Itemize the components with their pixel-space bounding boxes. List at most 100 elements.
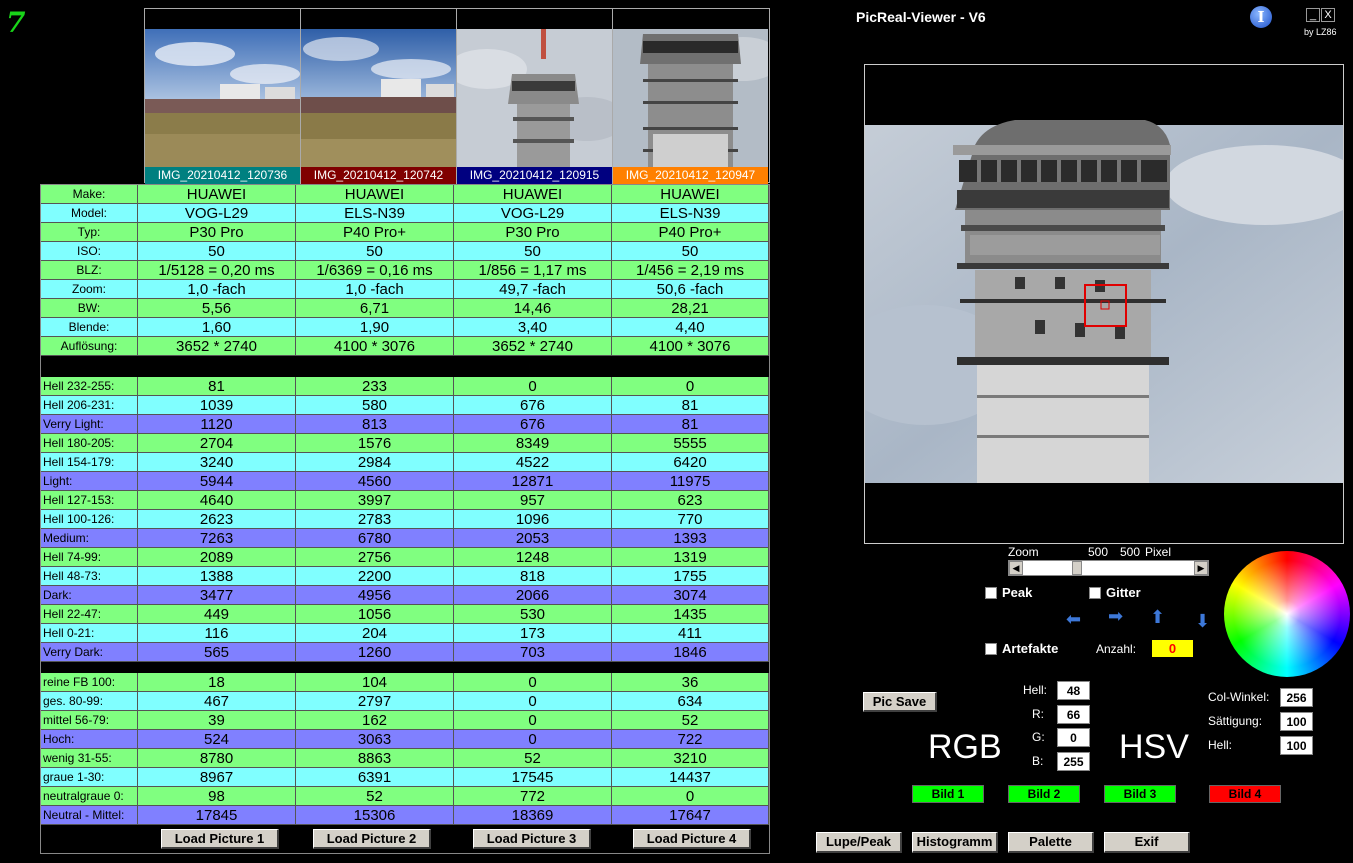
table-cell: 1435 bbox=[612, 605, 769, 624]
row-label: Zoom: bbox=[41, 280, 138, 299]
zoom-slider[interactable]: ◀ ▶ bbox=[1008, 560, 1209, 576]
table-cell: 3652 * 2740 bbox=[454, 337, 612, 356]
table-cell: 36 bbox=[612, 673, 769, 692]
row-label: Model: bbox=[41, 204, 138, 223]
bild-3-button[interactable]: Bild 3 bbox=[1104, 785, 1176, 803]
table-cell: 0 bbox=[612, 787, 769, 806]
row-label: neutralgraue 0: bbox=[41, 787, 138, 806]
arrow-down-icon[interactable]: ⬇ bbox=[1195, 612, 1210, 630]
row-label: Medium: bbox=[41, 529, 138, 548]
thumbnail-1[interactable]: IMG_20210412_120736 bbox=[145, 9, 301, 184]
exif-button[interactable]: Exif bbox=[1104, 832, 1190, 853]
load-picture-4-button[interactable]: Load Picture 4 bbox=[633, 829, 751, 849]
table-cell: VOG-L29 bbox=[138, 204, 296, 223]
table-row: graue 1-30: 8967 6391 17545 14437 bbox=[41, 768, 769, 787]
load-picture-3-button[interactable]: Load Picture 3 bbox=[473, 829, 591, 849]
table-cell: 2984 bbox=[296, 453, 454, 472]
g-value: 0 bbox=[1057, 728, 1090, 747]
table-row: Neutral - Mittel: 17845 15306 18369 17647 bbox=[41, 806, 769, 825]
table-cell: 0 bbox=[612, 377, 769, 396]
thumbnail-2[interactable]: IMG_20210412_120742 bbox=[301, 9, 457, 184]
arrow-right-icon[interactable]: ➡ bbox=[1108, 607, 1123, 625]
table-cell: 104 bbox=[296, 673, 454, 692]
thumbnail-3[interactable]: IMG_20210412_120915 bbox=[457, 9, 613, 184]
table-cell: 3652 * 2740 bbox=[138, 337, 296, 356]
hsv-hell-value: 100 bbox=[1280, 736, 1313, 755]
histogramm-button[interactable]: Histogramm bbox=[912, 832, 998, 853]
arrow-up-icon[interactable]: ⬆ bbox=[1150, 608, 1165, 626]
table-cell: 50 bbox=[454, 242, 612, 261]
table-cell: 2200 bbox=[296, 567, 454, 586]
table-cell: 4,40 bbox=[612, 318, 769, 337]
table-row: Hell 154-179: 3240 2984 4522 6420 bbox=[41, 453, 769, 472]
table-cell: 1096 bbox=[454, 510, 612, 529]
table-row: BLZ: 1/5128 = 0,20 ms 1/6369 = 0,16 ms 1/85… bbox=[41, 261, 769, 280]
load-picture-1-button[interactable]: Load Picture 1 bbox=[161, 829, 279, 849]
bild-2-button[interactable]: Bild 2 bbox=[1008, 785, 1080, 803]
row-label: Hell 154-179: bbox=[41, 453, 138, 472]
table-cell: 50 bbox=[612, 242, 769, 261]
lupe-peak-button[interactable]: Lupe/Peak bbox=[816, 832, 902, 853]
table-cell: 1,0 -fach bbox=[138, 280, 296, 299]
gitter-checkbox[interactable] bbox=[1089, 587, 1101, 599]
table-cell: P40 Pro+ bbox=[612, 223, 769, 242]
row-label: BW: bbox=[41, 299, 138, 318]
image-viewer[interactable] bbox=[864, 64, 1344, 544]
comparison-table: Make: HUAWEI HUAWEI HUAWEI HUAWEI Model: VOG-L… bbox=[40, 184, 770, 854]
thumbnail-4-image bbox=[613, 29, 768, 167]
table-cell: 14437 bbox=[612, 768, 769, 787]
table-cell: 6,71 bbox=[296, 299, 454, 318]
table-row: BW: 5,56 6,71 14,46 28,21 bbox=[41, 299, 769, 318]
bild-1-button[interactable]: Bild 1 bbox=[912, 785, 984, 803]
peak-checkbox[interactable] bbox=[985, 587, 997, 599]
table-cell: 676 bbox=[454, 396, 612, 415]
table-cell: 0 bbox=[454, 692, 612, 711]
table-cell: 0 bbox=[454, 711, 612, 730]
table-row: wenig 31-55: 8780 8863 52 3210 bbox=[41, 749, 769, 768]
table-row: Dark: 3477 4956 2066 3074 bbox=[41, 586, 769, 605]
table-cell: 50 bbox=[296, 242, 454, 261]
table-cell: P30 Pro bbox=[138, 223, 296, 242]
anzahl-label: Anzahl: bbox=[1096, 642, 1137, 656]
slider-left-icon[interactable]: ◀ bbox=[1009, 561, 1023, 575]
arrow-left-icon[interactable]: ⬅ bbox=[1066, 610, 1081, 628]
table-row: Hell 232-255: 81 233 0 0 bbox=[41, 377, 769, 396]
info-icon[interactable]: I bbox=[1250, 6, 1272, 28]
table-cell: 3,40 bbox=[454, 318, 612, 337]
zoom-height: 500 bbox=[1120, 545, 1141, 559]
table-cell: HUAWEI bbox=[612, 185, 769, 204]
table-cell: 204 bbox=[296, 624, 454, 643]
table-cell: 3074 bbox=[612, 586, 769, 605]
table-cell: P30 Pro bbox=[454, 223, 612, 242]
artefakte-checkbox[interactable] bbox=[985, 643, 997, 655]
table-cell: 565 bbox=[138, 643, 296, 662]
table-row: Hell 206-231: 1039 580 676 81 bbox=[41, 396, 769, 415]
minimize-button[interactable]: _ bbox=[1306, 8, 1320, 22]
table-cell: 4100 * 3076 bbox=[296, 337, 454, 356]
table-cell: 467 bbox=[138, 692, 296, 711]
slider-thumb[interactable] bbox=[1071, 561, 1082, 575]
table-row: neutralgraue 0: 98 52 772 0 bbox=[41, 787, 769, 806]
table-cell: 4522 bbox=[454, 453, 612, 472]
table-cell: 1393 bbox=[612, 529, 769, 548]
row-label: Hell 22-47: bbox=[41, 605, 138, 624]
table-cell: 1846 bbox=[612, 643, 769, 662]
table-cell: 18 bbox=[138, 673, 296, 692]
table-row: Zoom: 1,0 -fach 1,0 -fach 49,7 -fach 50,6 -f… bbox=[41, 280, 769, 299]
table-cell: 449 bbox=[138, 605, 296, 624]
close-button[interactable]: X bbox=[1321, 8, 1335, 22]
table-cell: 1120 bbox=[138, 415, 296, 434]
bild-4-button[interactable]: Bild 4 bbox=[1209, 785, 1281, 803]
palette-button[interactable]: Palette bbox=[1008, 832, 1094, 853]
table-cell: HUAWEI bbox=[296, 185, 454, 204]
thumbnail-4[interactable]: IMG_20210412_120947 bbox=[613, 9, 769, 184]
table-row: ISO: 50 50 50 50 bbox=[41, 242, 769, 261]
table-cell: 2066 bbox=[454, 586, 612, 605]
table-row: Hoch: 524 3063 0 722 bbox=[41, 730, 769, 749]
slider-right-icon[interactable]: ▶ bbox=[1194, 561, 1208, 575]
table-cell: 6420 bbox=[612, 453, 769, 472]
load-picture-2-button[interactable]: Load Picture 2 bbox=[313, 829, 431, 849]
table-cell: 1039 bbox=[138, 396, 296, 415]
pic-save-button[interactable]: Pic Save bbox=[863, 692, 937, 712]
table-cell: 1,60 bbox=[138, 318, 296, 337]
